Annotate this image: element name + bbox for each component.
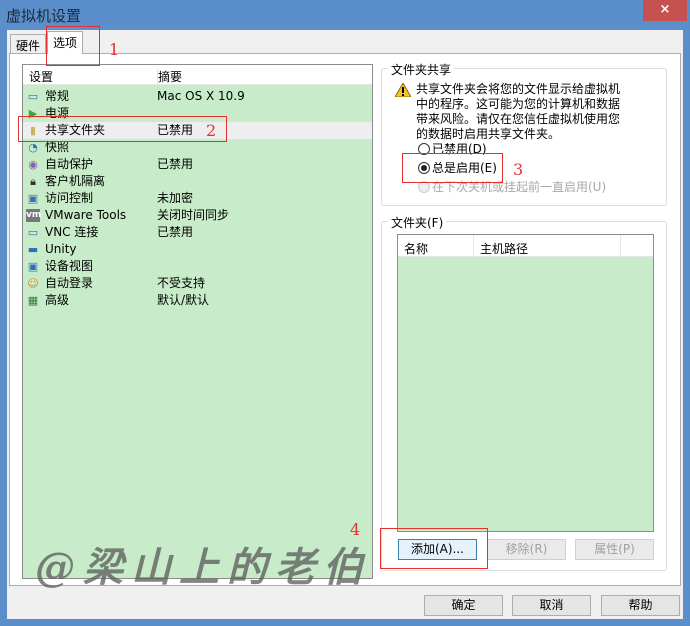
setting-summary: 默认/默认 (157, 293, 210, 307)
remove-button[interactable]: 移除(R) (487, 539, 566, 560)
column-header-name[interactable]: 名称 (404, 240, 428, 257)
settings-row[interactable]: ▬ Unity (23, 241, 372, 258)
settings-row[interactable]: ▭ 常规 Mac OS X 10.9 (23, 88, 372, 105)
settings-row[interactable]: ◉ 自动保护 已禁用 (23, 156, 372, 173)
annotation-number: 1 (109, 40, 120, 59)
setting-name: 高级 (45, 293, 70, 307)
setting-summary: 不受支持 (157, 276, 206, 290)
setting-name: 自动登录 (45, 276, 94, 290)
advanced-icon: ▦ (27, 294, 39, 307)
setting-name: VMware Tools (45, 208, 127, 222)
warning-text: 共享文件夹会将您的文件显示给虚拟机中的程序。这可能为您的计算机和数据带来风险。请… (416, 82, 621, 141)
snapshot-icon: ◔ (28, 141, 38, 154)
settings-row[interactable]: ▣ 设备视图 (23, 258, 372, 275)
folders-list-header: 名称 主机路径 (398, 235, 653, 257)
setting-summary: Mac OS X 10.9 (157, 89, 245, 103)
setting-summary: 已禁用 (157, 225, 194, 239)
tab-hardware[interactable]: 硬件 (10, 34, 47, 54)
setting-name: 客户机隔离 (45, 174, 106, 188)
properties-button[interactable]: 属性(P) (575, 539, 654, 560)
setting-name: VNC 连接 (45, 225, 99, 239)
setting-summary: 已禁用 (157, 157, 194, 171)
ok-button[interactable]: 确定 (424, 595, 503, 616)
monitor-icon: ▭ (27, 90, 39, 103)
annotation-number: 2 (206, 121, 217, 140)
column-header-setting[interactable]: 设置 (29, 68, 53, 85)
folders-label: 文件夹(F) (388, 214, 447, 231)
annotation-box-4 (380, 528, 488, 569)
settings-row[interactable]: vm VMware Tools 关闭时间同步 (23, 207, 372, 224)
settings-row[interactable]: ▦ 高级 默认/默认 (23, 292, 372, 309)
vm-icon: vm (26, 209, 42, 222)
title-bar (0, 0, 690, 30)
settings-row[interactable]: ☺ 自动登录 不受支持 (23, 275, 372, 292)
access-control-icon: ▣ (27, 192, 39, 205)
lock-icon: 🔒︎ (30, 175, 36, 188)
watermark: @梁山上的老伯 (35, 544, 371, 591)
folders-list[interactable]: 名称 主机路径 (397, 234, 654, 532)
close-button[interactable]: × (643, 0, 687, 21)
setting-name: 访问控制 (45, 191, 94, 205)
column-header-host-path[interactable]: 主机路径 (480, 240, 528, 257)
setting-summary: 关闭时间同步 (157, 208, 230, 222)
settings-row[interactable]: 🔒︎ 客户机隔离 (23, 173, 372, 190)
column-header-summary[interactable]: 摘要 (157, 68, 182, 85)
vnc-icon: ▭ (27, 226, 39, 239)
cancel-button[interactable]: 取消 (512, 595, 591, 616)
setting-summary: 未加密 (157, 191, 194, 205)
unity-icon: ▬ (27, 243, 39, 256)
settings-row[interactable]: ▭ VNC 连接 已禁用 (23, 224, 372, 241)
tab-options[interactable]: 选项 (47, 31, 84, 54)
annotation-box-3 (402, 153, 503, 183)
setting-name: 设备视图 (45, 259, 94, 273)
list-header: 设置 摘要 (23, 65, 372, 85)
folder-sharing-label: 文件夹共享 (388, 61, 455, 78)
annotation-number: 3 (513, 160, 524, 179)
autologin-icon: ☺ (27, 277, 39, 290)
setting-name: 常规 (45, 89, 70, 103)
warning-icon (394, 81, 412, 98)
setting-name: Unity (45, 242, 77, 256)
help-button[interactable]: 帮助 (601, 595, 680, 616)
annotation-box-2 (18, 116, 227, 142)
window-title: 虚拟机设置 (6, 7, 82, 25)
settings-row[interactable]: ▣ 访问控制 未加密 (23, 190, 372, 207)
autoprotect-icon: ◉ (28, 158, 38, 171)
setting-name: 自动保护 (45, 157, 94, 171)
device-view-icon: ▣ (27, 260, 39, 273)
